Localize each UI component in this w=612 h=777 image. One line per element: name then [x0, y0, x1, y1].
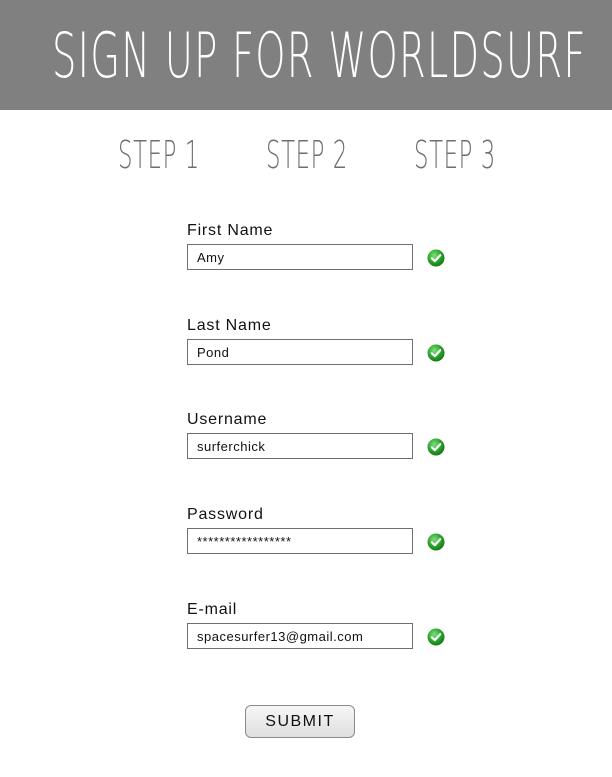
- username-label: Username: [187, 411, 268, 428]
- password-label: Password: [187, 506, 264, 523]
- username-input[interactable]: [187, 433, 413, 459]
- step-indicator: STEP 1 STEP 2 STEP 3: [0, 132, 612, 182]
- step-2-tab[interactable]: STEP 2: [266, 132, 348, 178]
- email-label: E-mail: [187, 601, 238, 618]
- page-title: SIGN UP FOR WORLDSURF: [52, 19, 587, 92]
- first-name-input[interactable]: [187, 244, 413, 270]
- check-icon: [427, 344, 445, 362]
- last-name-input[interactable]: [187, 339, 413, 365]
- step-3-tab[interactable]: STEP 3: [414, 132, 496, 178]
- check-icon: [427, 533, 445, 551]
- submit-button[interactable]: SUBMIT: [245, 705, 355, 738]
- email-input[interactable]: [187, 623, 413, 649]
- last-name-label: Last Name: [187, 317, 272, 334]
- check-icon: [427, 628, 445, 646]
- check-icon: [427, 249, 445, 267]
- header-banner: SIGN UP FOR WORLDSURF: [0, 0, 612, 110]
- check-icon: [427, 438, 445, 456]
- first-name-label: First Name: [187, 222, 274, 239]
- step-1-tab[interactable]: STEP 1: [118, 132, 200, 178]
- password-input[interactable]: [187, 528, 413, 554]
